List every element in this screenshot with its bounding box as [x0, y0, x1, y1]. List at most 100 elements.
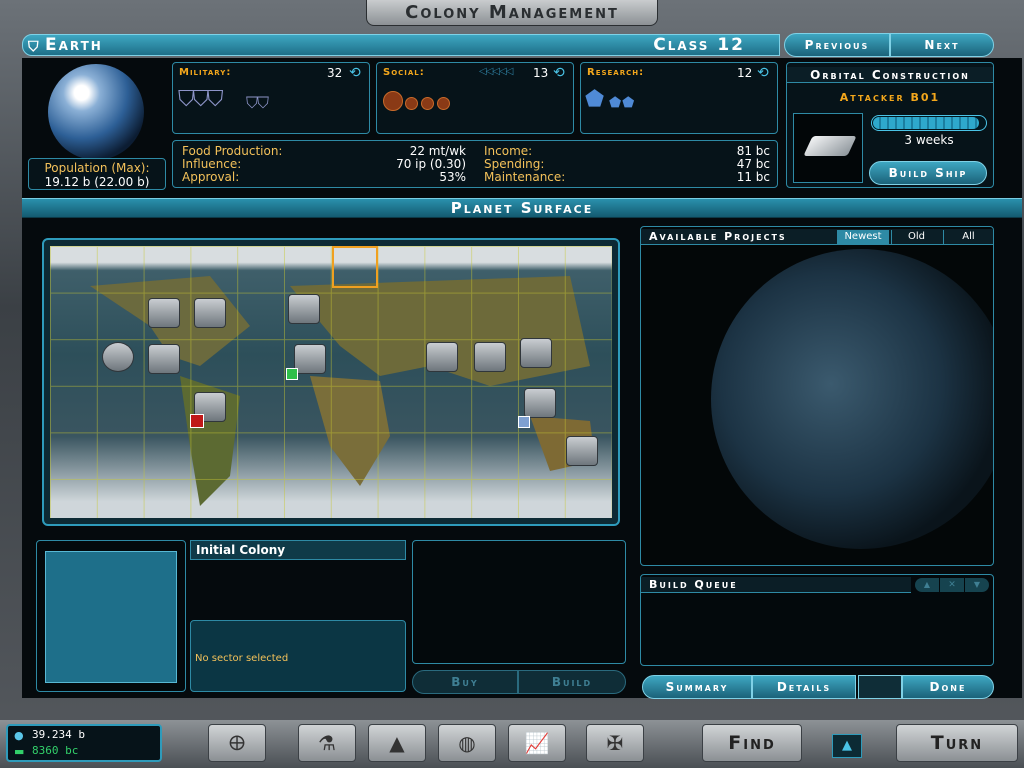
empire-population: 39.234 b — [32, 728, 85, 741]
ship-menu-icon[interactable]: ✠ — [586, 724, 644, 762]
tab-newest[interactable]: Newest — [837, 230, 889, 244]
planet-surface-map[interactable] — [50, 246, 612, 518]
sector-status: No sector selected — [195, 653, 289, 664]
coin-icon — [383, 91, 403, 111]
shield-icon: ⛉⛉ — [246, 93, 269, 112]
buy-button[interactable]: Buy — [412, 670, 518, 694]
summary-button[interactable]: Summary — [642, 675, 752, 699]
building-icon[interactable] — [520, 338, 552, 368]
sector-highlight[interactable] — [332, 246, 378, 288]
chart-icon[interactable]: 📈 — [508, 724, 566, 762]
projects-panel: Available Projects Newest Old All — [640, 226, 994, 566]
done-button[interactable]: Done — [902, 675, 994, 699]
coin-icon — [421, 97, 434, 110]
credits-icon: ▬ — [14, 745, 25, 758]
population-value: 19.12 b (22.00 b) — [44, 175, 150, 189]
pyramid-icon[interactable]: ▲ — [368, 724, 426, 762]
research-panel: Research: 12 ⟲ ⬟ ⬟⬟ — [580, 62, 778, 134]
building-icon[interactable] — [102, 342, 134, 372]
previous-button[interactable]: Previous — [784, 33, 890, 57]
sector-details — [412, 540, 626, 664]
building-icon[interactable] — [148, 344, 180, 374]
sector-info: No sector selected — [190, 620, 406, 692]
empire-credits: 8360 bc — [32, 744, 79, 757]
empire-summary: ● 39.234 b ▬ 8360 bc — [6, 724, 162, 762]
map-grid — [50, 246, 612, 518]
research-label: Research: — [587, 67, 645, 78]
sector-preview-frame — [36, 540, 186, 692]
status-marker-icon — [518, 416, 530, 428]
research-icon[interactable]: ⚗ — [298, 724, 356, 762]
social-label: Social: — [383, 67, 425, 78]
next-button[interactable]: Next — [890, 33, 994, 57]
cycle-icon[interactable]: ⟲ — [349, 65, 361, 81]
ship-icon — [803, 136, 857, 156]
build-button[interactable]: Build — [518, 670, 626, 694]
tab-all[interactable]: All — [943, 230, 993, 244]
building-icon[interactable] — [194, 298, 226, 328]
building-icon[interactable] — [426, 342, 458, 372]
population-icon: ● — [14, 729, 24, 742]
build-ship-button[interactable]: Build Ship — [869, 161, 987, 185]
build-queue-title: Build Queue — [641, 577, 911, 593]
planet-globe — [48, 64, 144, 160]
up-arrow-icon[interactable]: ▲ — [832, 734, 862, 758]
military-label: Military: — [179, 67, 232, 78]
status-marker-icon — [190, 414, 204, 428]
military-value: 32 — [327, 66, 343, 80]
build-progress-bar — [871, 115, 987, 131]
building-icon[interactable] — [294, 344, 326, 374]
remove-icon[interactable]: ✕ — [940, 578, 964, 592]
maintenance-label: Maintenance: — [484, 170, 566, 184]
globe-icon[interactable]: ◍ — [438, 724, 496, 762]
shield-icon: ⛉⛉⛉ — [178, 87, 223, 112]
cycle-icon[interactable]: ⟲ — [757, 65, 769, 81]
move-up-icon[interactable]: ▲ — [915, 578, 939, 592]
military-panel: Military: 32 ⟲ ⛉⛉⛉ ⛉⛉ — [172, 62, 370, 134]
population-label: Population (Max): — [44, 161, 150, 175]
maintenance-value: 11 bc — [736, 170, 770, 184]
orbital-title: Orbital Construction — [787, 67, 993, 83]
ship-name: Attacker B01 — [839, 91, 941, 104]
building-icon[interactable] — [148, 298, 180, 328]
ship-thumbnail[interactable] — [793, 113, 863, 183]
planet-surface-header: Planet Surface — [22, 198, 1022, 218]
planet-backdrop — [711, 249, 993, 549]
population-box: Population (Max): 19.12 b (22.00 b) — [28, 158, 166, 190]
stats-left: Food Production: 22 mt/wk Influence: 70 ip… — [182, 145, 466, 184]
research-value: 12 — [737, 66, 753, 80]
details-button[interactable]: Details — [752, 675, 856, 699]
orbital-panel: Orbital Construction Attacker B01 3 week… — [786, 62, 994, 188]
sector-preview — [45, 551, 177, 683]
turn-button[interactable]: Turn — [896, 724, 1018, 762]
cycle-icon[interactable]: ⟲ — [553, 65, 565, 81]
planet-icon[interactable]: 🜨 — [208, 724, 266, 762]
sector-name: Initial Colony — [190, 540, 406, 560]
social-value: 13 — [533, 66, 549, 80]
flask-icon: ⬟ — [585, 87, 605, 112]
planet-class: Class 12 — [653, 35, 745, 55]
building-icon[interactable] — [474, 342, 506, 372]
arrows-icon: ◁◁◁◁◁ — [479, 66, 513, 77]
social-panel: Social: ◁◁◁◁◁ 13 ⟲ — [376, 62, 574, 134]
build-queue-panel: Build Queue ▲ ✕ ▼ — [640, 574, 994, 666]
find-button[interactable]: Find — [702, 724, 802, 762]
approval-value: 53% — [439, 170, 466, 184]
coin-icon — [437, 97, 450, 110]
status-marker-icon — [286, 368, 298, 380]
shield-icon: ⛉ — [28, 39, 41, 55]
building-icon[interactable] — [566, 436, 598, 466]
flask-icon: ⬟⬟ — [609, 95, 636, 111]
build-progress-fill — [873, 117, 980, 129]
window-title: Colony Management — [366, 0, 658, 26]
planet-header: ⛉ Earth Class 12 — [22, 34, 780, 56]
move-down-icon[interactable]: ▼ — [965, 578, 989, 592]
building-icon[interactable] — [524, 388, 556, 418]
spacer-button — [858, 675, 902, 699]
planet-name: Earth — [45, 35, 103, 55]
building-icon[interactable] — [288, 294, 320, 324]
approval-label: Approval: — [182, 170, 240, 184]
stats-right: Income: 81 bc Spending: 47 bc Maintenance:… — [484, 145, 770, 184]
tab-old[interactable]: Old — [891, 230, 941, 244]
build-time: 3 weeks — [904, 133, 954, 147]
